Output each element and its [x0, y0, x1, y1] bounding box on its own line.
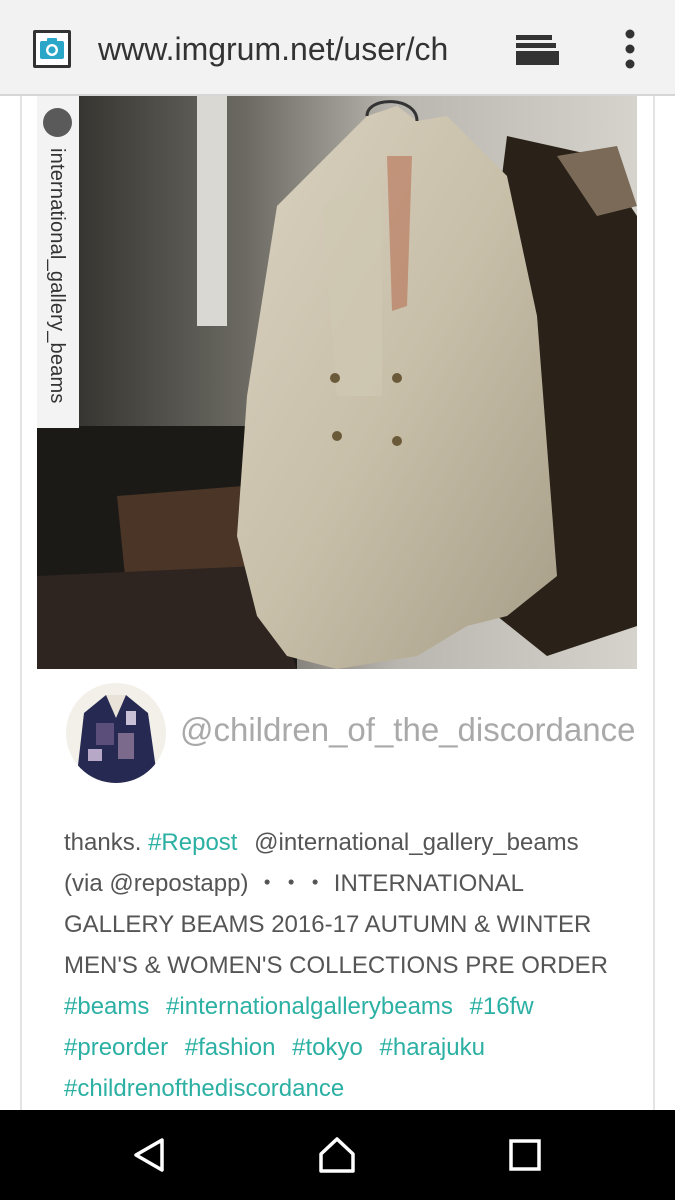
hashtag-childrenofthediscordance[interactable]: #childrenofthediscordance: [64, 1075, 344, 1102]
hashtag-beams[interactable]: #beams: [64, 993, 149, 1020]
post-photo[interactable]: international_gallery_beams: [37, 96, 637, 669]
home-icon[interactable]: [307, 1130, 367, 1180]
hashtag-fashion[interactable]: #fashion: [185, 1034, 276, 1061]
post-caption: thanks. #Repost @international_gallery_b…: [64, 822, 624, 1109]
caption-via: (via @repostapp) ・・・ INTERNATIONAL: [64, 870, 525, 897]
hashtag-tokyo[interactable]: #tokyo: [292, 1034, 363, 1061]
hashtag-preorder[interactable]: #preorder: [64, 1034, 168, 1061]
hashtag-16fw[interactable]: #16fw: [470, 993, 534, 1020]
photo-watermark-text: international_gallery_beams: [46, 148, 68, 404]
camera-icon[interactable]: [33, 30, 71, 68]
page-content[interactable]: international_gallery_beams @children_of…: [0, 96, 675, 1110]
caption-line-4: MEN'S & WOMEN'S COLLECTIONS PRE ORDER: [64, 952, 608, 979]
tabs-stack-icon[interactable]: [508, 26, 568, 74]
system-nav-bar: [0, 1110, 675, 1200]
browser-toolbar: www.imgrum.net/user/ch: [0, 0, 675, 96]
photo-watermark: international_gallery_beams: [37, 96, 79, 428]
avatar[interactable]: [66, 683, 166, 783]
username-link[interactable]: @children_of_the_discordance: [180, 710, 635, 750]
url-bar[interactable]: www.imgrum.net/user/ch: [98, 28, 483, 70]
hashtag-harajuku[interactable]: #harajuku: [380, 1034, 485, 1061]
caption-thanks: thanks.: [64, 829, 142, 856]
hashtag-internationalgallerybeams[interactable]: #internationalgallerybeams: [166, 993, 453, 1020]
caption-mention[interactable]: @international_gallery_beams: [254, 829, 579, 856]
recents-square-icon[interactable]: [495, 1130, 555, 1180]
hashtag-repost[interactable]: #Repost: [148, 829, 237, 856]
caption-line-3: GALLERY BEAMS 2016-17 AUTUMN & WINTER: [64, 911, 592, 938]
back-triangle-icon[interactable]: [120, 1130, 180, 1180]
watermark-logo-icon: [43, 108, 72, 137]
overflow-menu-icon[interactable]: [608, 24, 652, 74]
